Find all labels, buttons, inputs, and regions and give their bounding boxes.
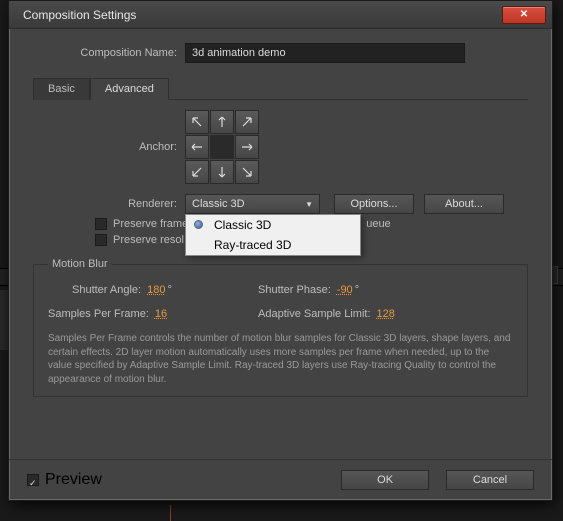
anchor-label: Anchor: [33, 141, 185, 153]
shutter-phase-label: Shutter Phase: [258, 284, 331, 296]
chevron-down-icon: ▼ [305, 200, 313, 209]
shutter-angle-unit: ° [167, 284, 171, 296]
renderer-label: Renderer: [33, 198, 185, 210]
tab-basic[interactable]: Basic [33, 78, 90, 100]
anchor-w[interactable] [185, 135, 209, 159]
shutter-phase-unit: ° [355, 284, 359, 296]
shutter-angle-label: Shutter Angle: [72, 284, 141, 296]
tab-advanced[interactable]: Advanced [90, 78, 169, 100]
dialog-footer: Preview OK Cancel [9, 459, 552, 500]
renderer-option-raytraced3d[interactable]: Ray-traced 3D [186, 235, 360, 255]
close-button[interactable]: ✕ [502, 6, 546, 24]
anchor-n[interactable] [210, 110, 234, 134]
preserve-frame-tail: ueue [366, 218, 390, 230]
adaptive-limit-value[interactable]: 128 [377, 308, 395, 320]
anchor-row: Anchor: [33, 110, 528, 184]
samples-per-frame-label: Samples Per Frame: [48, 308, 149, 320]
samples-per-frame-value[interactable]: 16 [155, 308, 167, 320]
renderer-value: Classic 3D [192, 198, 245, 210]
timeline-indicator [170, 505, 171, 521]
anchor-nw[interactable] [185, 110, 209, 134]
cancel-button[interactable]: Cancel [446, 470, 534, 490]
renderer-dropdown-menu: Classic 3D Ray-traced 3D [185, 214, 361, 256]
preserve-res-label: Preserve resol [113, 234, 184, 246]
anchor-ne[interactable] [235, 110, 259, 134]
anchor-se[interactable] [235, 160, 259, 184]
preserve-frame-label: Preserve frame [113, 218, 188, 230]
composition-name-input[interactable] [185, 43, 465, 63]
motion-blur-legend: Motion Blur [48, 258, 112, 270]
preview-checkbox[interactable] [27, 474, 39, 486]
ok-button[interactable]: OK [341, 470, 429, 490]
anchor-center[interactable] [210, 135, 234, 159]
motion-blur-help: Samples Per Frame controls the number of… [48, 332, 513, 386]
anchor-e[interactable] [235, 135, 259, 159]
renderer-options-button[interactable]: Options... [334, 194, 414, 214]
composition-settings-dialog: Composition Settings ✕ Composition Name:… [8, 0, 553, 501]
preserve-frame-checkbox[interactable] [95, 218, 107, 230]
close-icon: ✕ [520, 9, 528, 20]
shutter-angle-value[interactable]: 180 [147, 284, 165, 296]
motion-blur-group: Motion Blur Shutter Angle: 180 ° Shutter… [33, 258, 528, 397]
tabs: Basic Advanced [33, 77, 528, 100]
anchor-grid [185, 110, 259, 184]
renderer-about-button[interactable]: About... [424, 194, 504, 214]
preview-label: Preview [45, 471, 102, 489]
anchor-sw[interactable] [185, 160, 209, 184]
titlebar[interactable]: Composition Settings ✕ [9, 1, 552, 29]
renderer-dropdown[interactable]: Classic 3D ▼ Classic 3D Ray-traced 3D [185, 194, 320, 214]
dialog-body: Composition Name: Basic Advanced Anchor: [9, 29, 552, 407]
anchor-s[interactable] [210, 160, 234, 184]
composition-name-row: Composition Name: [33, 43, 528, 63]
renderer-option-classic3d[interactable]: Classic 3D [186, 215, 360, 235]
preview-row: Preview [27, 471, 102, 489]
window-title: Composition Settings [23, 8, 136, 22]
shutter-phase-value[interactable]: -90 [337, 284, 353, 296]
adaptive-limit-label: Adaptive Sample Limit: [258, 308, 371, 320]
preserve-res-checkbox[interactable] [95, 234, 107, 246]
renderer-row: Renderer: Classic 3D ▼ Classic 3D Ray-tr… [33, 194, 528, 214]
composition-name-label: Composition Name: [33, 47, 185, 59]
